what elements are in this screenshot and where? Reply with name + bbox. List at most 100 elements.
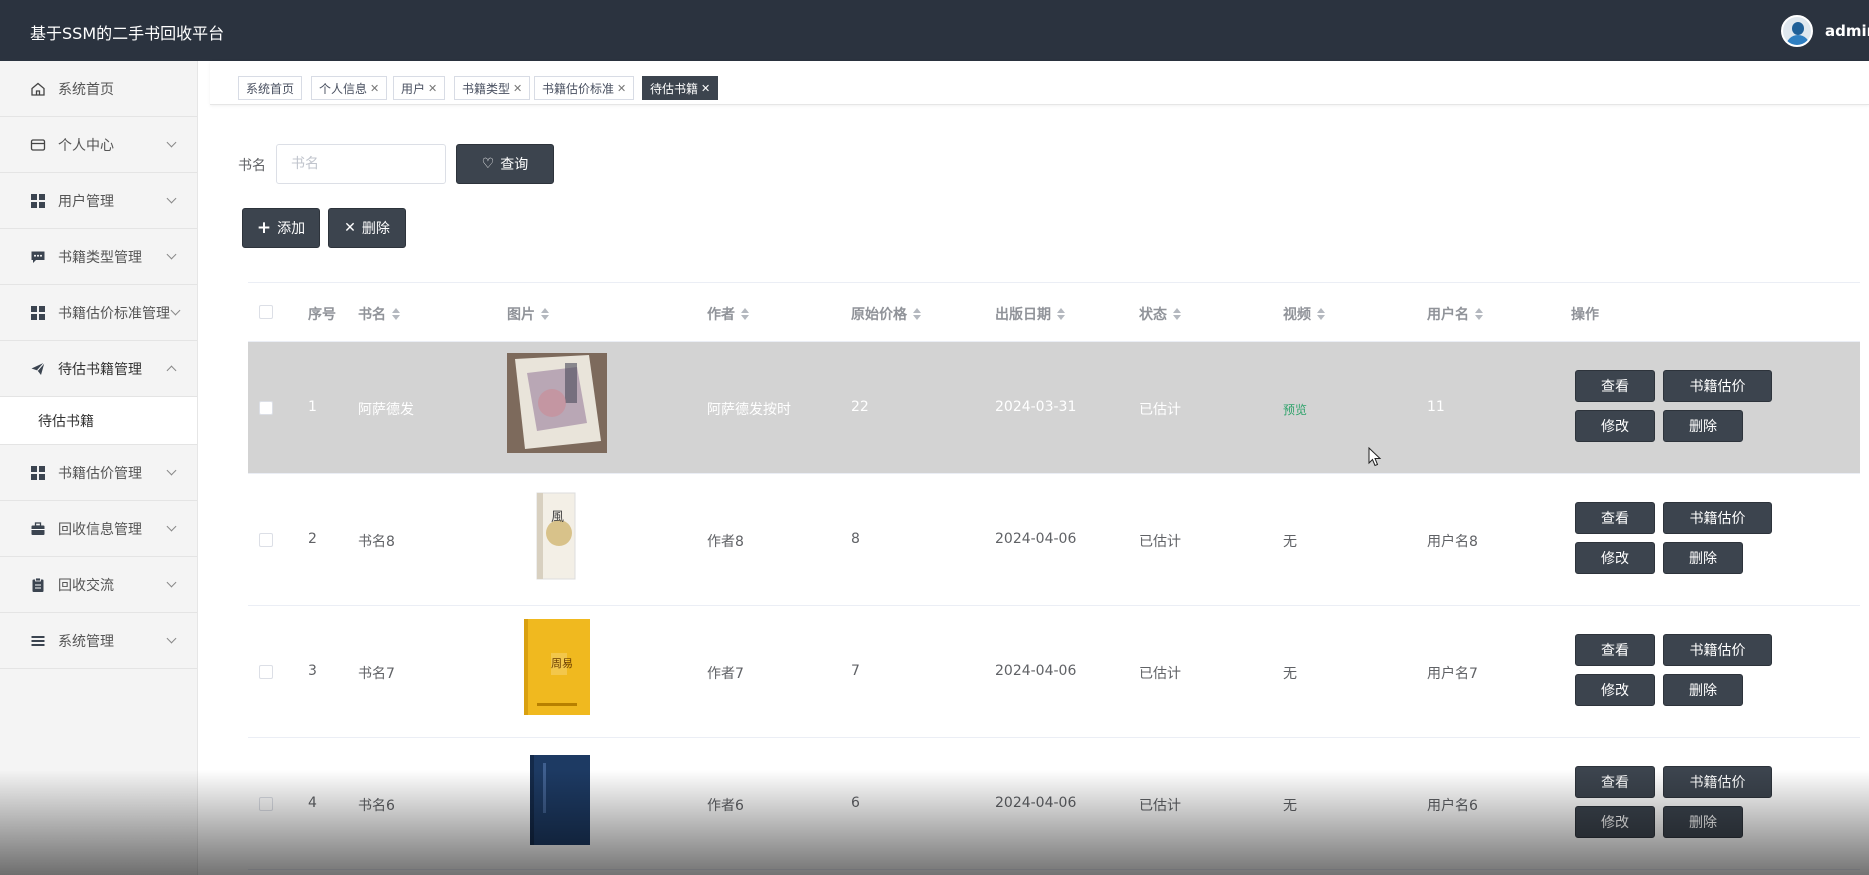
sidebar-item-valuation[interactable]: 书籍估价管理 bbox=[0, 445, 197, 501]
view-button[interactable]: 查看 bbox=[1575, 502, 1655, 534]
row-checkbox[interactable] bbox=[259, 797, 273, 811]
estimate-button[interactable]: 书籍估价 bbox=[1663, 766, 1772, 798]
table-row[interactable]: 4 书名6 作者6 6 2024-04-06 已估计 无 用户名6 查看 书籍估… bbox=[248, 738, 1860, 870]
sidebar-item-profile[interactable]: 个人中心 bbox=[0, 117, 197, 173]
tab-bar: 系统首页 个人信息 ✕ 用户 ✕ 书籍类型 ✕ 书籍估价标准 ✕ 待估书籍 ✕ bbox=[210, 61, 1869, 105]
tab-book-types[interactable]: 书籍类型 ✕ bbox=[454, 76, 531, 100]
submenu-item-pending-books[interactable]: 待估书籍 bbox=[0, 397, 197, 445]
tab-home[interactable]: 系统首页 bbox=[238, 76, 303, 100]
close-icon[interactable]: ✕ bbox=[370, 82, 379, 95]
chevron-down-icon bbox=[166, 577, 177, 588]
cell-video: 无 bbox=[1283, 666, 1297, 682]
estimate-button[interactable]: 书籍估价 bbox=[1663, 634, 1772, 666]
tab-label: 待估书籍 bbox=[650, 81, 699, 96]
video-preview-link[interactable]: 预览 bbox=[1283, 401, 1307, 418]
avatar[interactable] bbox=[1781, 15, 1813, 47]
row-checkbox[interactable] bbox=[259, 533, 273, 547]
list-icon bbox=[30, 633, 46, 649]
row-delete-button[interactable]: 删除 bbox=[1663, 410, 1743, 442]
delete-button[interactable]: ✕ 删除 bbox=[328, 208, 406, 248]
close-icon[interactable]: ✕ bbox=[701, 82, 710, 95]
close-icon[interactable]: ✕ bbox=[617, 82, 626, 95]
column-header-date[interactable]: 出版日期 bbox=[995, 304, 1065, 324]
sidebar-item-recycle-info[interactable]: 回收信息管理 bbox=[0, 501, 197, 557]
sort-icon[interactable] bbox=[913, 308, 921, 320]
tab-label: 用户 bbox=[401, 81, 426, 96]
sidebar-item-book-types[interactable]: 书籍类型管理 bbox=[0, 229, 197, 285]
sidebar-item-label: 回收交流 bbox=[58, 577, 114, 594]
user-menu[interactable]: admin bbox=[1781, 14, 1869, 48]
tab-label: 系统首页 bbox=[246, 81, 295, 96]
tab-pending-books[interactable]: 待估书籍 ✕ bbox=[642, 76, 719, 100]
cell-index: 4 bbox=[308, 795, 317, 811]
column-header-author[interactable]: 作者 bbox=[707, 304, 749, 324]
sort-icon[interactable] bbox=[1475, 308, 1483, 320]
row-checkbox[interactable] bbox=[259, 401, 273, 415]
search-button-label: 查询 bbox=[500, 157, 529, 173]
plus-icon: + bbox=[256, 218, 272, 238]
sidebar-item-recycle-chat[interactable]: 回收交流 bbox=[0, 557, 197, 613]
column-header-status[interactable]: 状态 bbox=[1139, 304, 1181, 324]
sort-icon[interactable] bbox=[541, 308, 549, 320]
table-row[interactable]: 1 阿萨德发 阿萨德发按时 22 2024-03-31 已估计 预览 11 查看… bbox=[248, 342, 1860, 474]
sort-icon[interactable] bbox=[392, 308, 400, 320]
edit-button[interactable]: 修改 bbox=[1575, 410, 1655, 442]
tab-users[interactable]: 用户 ✕ bbox=[393, 76, 446, 100]
cell-status: 已估计 bbox=[1139, 798, 1181, 814]
sort-icon[interactable] bbox=[1173, 308, 1181, 320]
column-header-video[interactable]: 视频 bbox=[1283, 304, 1325, 324]
edit-button[interactable]: 修改 bbox=[1575, 674, 1655, 706]
sidebar-item-valuation-standard[interactable]: 书籍估价标准管理 bbox=[0, 285, 197, 341]
book-cover-image bbox=[507, 749, 607, 849]
column-header-label: 书名 bbox=[358, 307, 386, 323]
column-header-label: 原始价格 bbox=[851, 307, 907, 323]
close-icon[interactable]: ✕ bbox=[428, 82, 437, 95]
column-header-image[interactable]: 图片 bbox=[507, 304, 549, 324]
column-header-price[interactable]: 原始价格 bbox=[851, 304, 921, 324]
select-all-checkbox[interactable] bbox=[259, 305, 273, 319]
row-delete-button[interactable]: 删除 bbox=[1663, 674, 1743, 706]
sidebar-item-system[interactable]: 系统管理 bbox=[0, 613, 197, 669]
add-button[interactable]: + 添加 bbox=[242, 208, 320, 248]
estimate-button[interactable]: 书籍估价 bbox=[1663, 502, 1772, 534]
table-row[interactable]: 3 书名7 周易 作者7 7 2024-04-06 已估计 无 用户名7 查看 … bbox=[248, 606, 1860, 738]
search-input[interactable] bbox=[276, 144, 446, 184]
estimate-button[interactable]: 书籍估价 bbox=[1663, 370, 1772, 402]
cell-video: 无 bbox=[1283, 534, 1297, 550]
row-checkbox[interactable] bbox=[259, 665, 273, 679]
username[interactable]: admin bbox=[1825, 22, 1869, 40]
sort-icon[interactable] bbox=[1317, 308, 1325, 320]
column-header-label: 操作 bbox=[1571, 307, 1599, 323]
tab-profile[interactable]: 个人信息 ✕ bbox=[311, 76, 388, 100]
sidebar-item-home[interactable]: 系统首页 bbox=[0, 61, 197, 117]
sidebar-item-label: 系统管理 bbox=[58, 633, 114, 650]
cell-price: 7 bbox=[851, 663, 860, 679]
row-delete-button[interactable]: 删除 bbox=[1663, 542, 1743, 574]
search-button[interactable]: ♡ 查询 bbox=[456, 144, 554, 184]
view-button[interactable]: 查看 bbox=[1575, 634, 1655, 666]
add-button-label: 添加 bbox=[277, 221, 306, 237]
row-delete-button[interactable]: 删除 bbox=[1663, 806, 1743, 838]
edit-button[interactable]: 修改 bbox=[1575, 542, 1655, 574]
column-header-name[interactable]: 书名 bbox=[358, 304, 400, 324]
cell-date: 2024-04-06 bbox=[995, 795, 1077, 811]
sidebar-item-label: 书籍估价标准管理 bbox=[58, 305, 170, 322]
tab-label: 书籍估价标准 bbox=[542, 81, 615, 96]
cell-status: 已估计 bbox=[1139, 666, 1181, 682]
tab-valuation-standard[interactable]: 书籍估价标准 ✕ bbox=[534, 76, 635, 100]
sort-icon[interactable] bbox=[1057, 308, 1065, 320]
cell-user: 11 bbox=[1427, 399, 1445, 415]
close-icon[interactable]: ✕ bbox=[513, 82, 522, 95]
mouse-cursor-icon bbox=[1368, 447, 1382, 467]
column-header-index: 序号 bbox=[308, 304, 336, 324]
sort-icon[interactable] bbox=[741, 308, 749, 320]
cell-status: 已估计 bbox=[1139, 534, 1181, 550]
view-button[interactable]: 查看 bbox=[1575, 766, 1655, 798]
column-header-user[interactable]: 用户名 bbox=[1427, 304, 1483, 324]
table-row[interactable]: 2 书名8 風 作者8 8 2024-04-06 已估计 无 用户名8 查看 书… bbox=[248, 474, 1860, 606]
edit-button[interactable]: 修改 bbox=[1575, 806, 1655, 838]
sidebar-item-pending-books[interactable]: 待估书籍管理 bbox=[0, 341, 197, 397]
view-button[interactable]: 查看 bbox=[1575, 370, 1655, 402]
sidebar-item-users[interactable]: 用户管理 bbox=[0, 173, 197, 229]
tab-label: 个人信息 bbox=[319, 81, 368, 96]
